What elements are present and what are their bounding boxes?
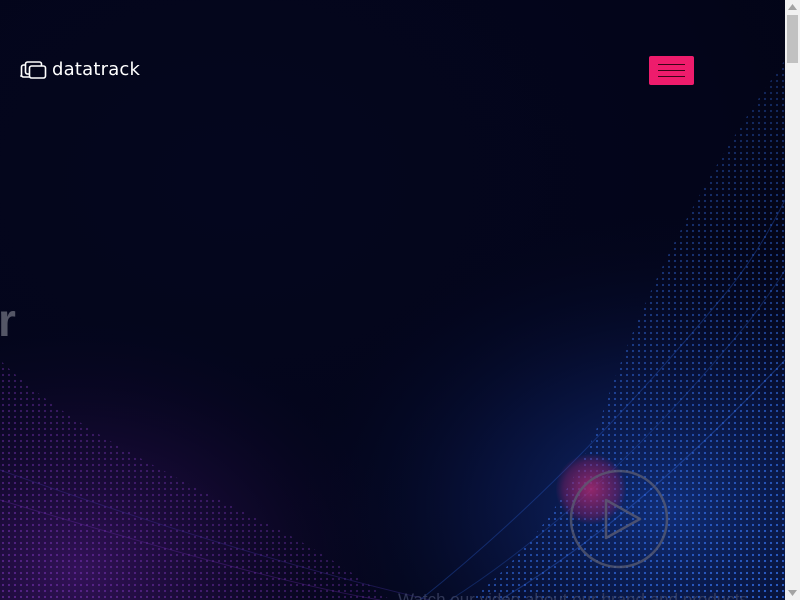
brand-name: datatrack [52,59,141,80]
hamburger-menu-icon [658,64,685,65]
scroll-up-arrow-icon[interactable] [785,0,800,14]
hero-section: datatrack r Watch our video about our br… [0,0,785,600]
hamburger-menu-icon-line [658,76,685,77]
site-header: datatrack [0,0,785,140]
menu-toggle-button[interactable] [649,56,694,85]
landing-page: datatrack r Watch our video about our br… [0,0,800,600]
brand-logo[interactable]: datatrack [20,58,140,82]
scroll-down-arrow-icon[interactable] [785,586,800,600]
hamburger-menu-icon-line [658,70,685,71]
play-icon [569,469,669,569]
vertical-scrollbar[interactable] [785,0,800,600]
scrollbar-thumb[interactable] [787,15,798,63]
video-play-button[interactable] [569,469,669,569]
hero-headline: r [0,294,16,346]
stacked-screens-icon [20,61,47,79]
video-caption: Watch our video about our brand and prod… [398,590,748,600]
